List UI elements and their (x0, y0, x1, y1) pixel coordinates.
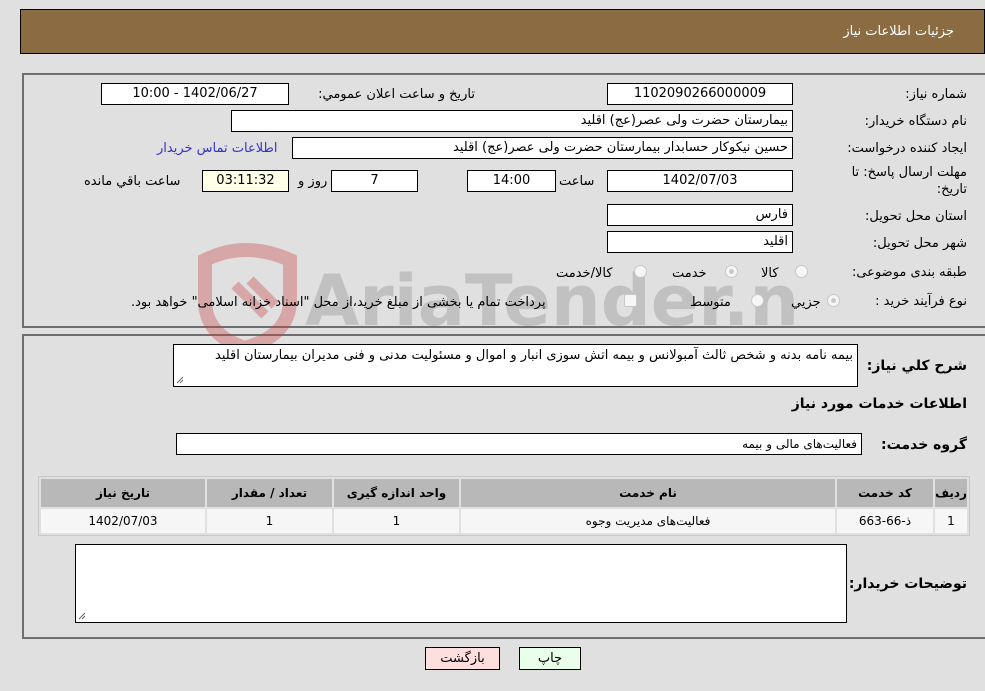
time-remaining-field: 03:11:32 (202, 170, 289, 192)
print-button[interactable]: چاپ (519, 647, 581, 670)
treasury-checkbox[interactable] (624, 294, 637, 307)
need-number-field: 1102090266000009 (607, 83, 793, 105)
cell-row-number: 1 (935, 509, 967, 533)
province-label: استان محل تحویل: (865, 209, 967, 224)
deadline-label-line2: تاریخ: (936, 182, 967, 197)
province-field: فارس (607, 204, 793, 226)
service-group-label: گروه خدمت: (881, 437, 967, 453)
announce-datetime-field: 1402/06/27 - 10:00 (101, 83, 289, 105)
days-label: روز و (298, 174, 328, 189)
category-label: طبقه بندی موضوعی: (851, 265, 967, 280)
city-label: شهر محل تحویل: (872, 236, 967, 251)
description-text: بیمه نامه بدنه و شخص ثالث آمبولانس و بیم… (215, 348, 853, 363)
time-remaining-label: ساعت باقي مانده (84, 174, 181, 189)
col-row-number: ردیف (935, 479, 967, 507)
cell-service-code: ذ-66-663 (837, 509, 933, 533)
deadline-time-field: 14:00 (467, 170, 556, 192)
category-goods-radio[interactable] (795, 265, 808, 278)
deadline-date-field: 1402/07/03 (607, 170, 793, 192)
category-goods-service-radio[interactable] (634, 265, 647, 278)
category-goods-service-label: کالا/خدمت (556, 266, 613, 281)
description-field[interactable]: بیمه نامه بدنه و شخص ثالث آمبولانس و بیم… (173, 344, 858, 387)
announce-datetime-label: تاریخ و ساعت اعلان عمومي: (318, 87, 475, 102)
service-group-field: فعالیت‌های مالی و بیمه (176, 433, 862, 455)
table-row: 1 ذ-66-663 فعالیت‌های مدیریت وجوه 1 1 14… (41, 509, 967, 533)
cell-unit: 1 (334, 509, 459, 533)
buyer-notes-label: توضیحات خریدار: (848, 576, 967, 592)
category-goods-label: کالا (761, 266, 779, 281)
back-button[interactable]: بازگشت (425, 647, 500, 670)
category-service-radio[interactable] (725, 265, 738, 278)
col-need-date: تاریخ نیاز (41, 479, 205, 507)
cell-need-date: 1402/07/03 (41, 509, 205, 533)
buyer-notes-field[interactable] (75, 544, 847, 623)
deadline-label-line1: مهلت ارسال پاسخ: تا (851, 165, 967, 180)
purchase-medium-label: متوسط (690, 295, 731, 310)
cell-service-name: فعالیت‌های مدیریت وجوه (461, 509, 835, 533)
buyer-contact-link[interactable]: اطلاعات تماس خریدار (157, 141, 277, 156)
creator-label: ایجاد کننده درخواست: (847, 141, 967, 156)
col-quantity: تعداد / مقدار (207, 479, 332, 507)
city-field: اقلید (607, 231, 793, 253)
col-service-name: نام خدمت (461, 479, 835, 507)
purchase-type-label: نوع فرآیند خرید : (875, 294, 967, 309)
col-unit: واحد اندازه گیری (334, 479, 459, 507)
services-section-title: اطلاعات خدمات مورد نیاز (791, 396, 967, 412)
purchase-small-radio[interactable] (827, 294, 840, 307)
purchase-small-label: جزيي (791, 295, 821, 310)
need-number-label: شماره نیاز: (905, 87, 967, 102)
purchase-medium-radio[interactable] (751, 294, 764, 307)
services-table: ردیف کد خدمت نام خدمت واحد اندازه گیری ت… (38, 476, 970, 536)
page-header: جزئیات اطلاعات نیاز (20, 9, 985, 54)
page-title: جزئیات اطلاعات نیاز (843, 24, 954, 39)
description-label: شرح کلي نیاز: (866, 358, 967, 374)
table-header-row: ردیف کد خدمت نام خدمت واحد اندازه گیری ت… (41, 479, 967, 507)
creator-field: حسین نیکوکار حسابدار بیمارستان حضرت ولی … (292, 137, 793, 159)
deadline-time-label: ساعت (559, 174, 595, 189)
col-service-code: کد خدمت (837, 479, 933, 507)
resize-grip-icon[interactable] (176, 376, 184, 384)
buyer-org-label: نام دستگاه خریدار: (864, 114, 967, 129)
treasury-note: پرداخت تمام یا بخشی از مبلغ خرید،از محل … (131, 295, 546, 310)
days-remaining-field: 7 (331, 170, 418, 192)
category-service-label: خدمت (672, 266, 707, 281)
buyer-org-field: بیمارستان حضرت ولی عصر(عج) اقلید (231, 110, 793, 132)
resize-grip-icon[interactable] (78, 612, 86, 620)
cell-quantity: 1 (207, 509, 332, 533)
